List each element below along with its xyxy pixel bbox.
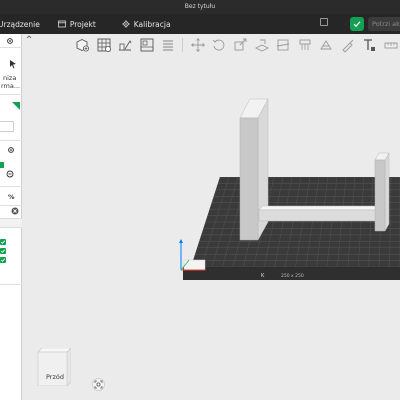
check-icon[interactable] [0, 257, 6, 263]
green-corner-icon [12, 102, 20, 110]
model-connecting-bar[interactable] [258, 205, 376, 222]
nav-calibration-label: Kalibracja [133, 19, 171, 29]
list-header [0, 218, 22, 228]
calibration-icon [122, 20, 130, 28]
percent-icon[interactable]: % [8, 193, 15, 201]
bed-size-label: 250 x 250 [281, 273, 304, 279]
window-square-icon[interactable] [320, 18, 328, 26]
zoom-fit-button[interactable] [92, 378, 105, 391]
nav-project-label: Projekt [69, 19, 96, 29]
green-marker-icon [0, 162, 4, 168]
top-nav: Urządzenie Projekt Kalibracja Potrzi akt [0, 14, 400, 34]
check-icon [353, 21, 361, 28]
check-icon[interactable] [0, 248, 6, 254]
check-icon[interactable] [0, 239, 6, 245]
bed-corner-marker [183, 259, 206, 271]
project-icon [57, 20, 66, 28]
divider-4 [0, 205, 22, 206]
timer-icon[interactable] [6, 170, 14, 178]
print-area: Potrzi akt [350, 16, 400, 32]
nav-device-label: Urządzenie [0, 19, 40, 29]
app-window: Bez tytułu Urządzenie Projekt Kalibracja… [0, 0, 400, 400]
close-icon[interactable] [11, 207, 19, 215]
divider-3 [0, 186, 22, 187]
nav-device[interactable]: Urządzenie [0, 14, 46, 34]
sidebar-text-1: niza [3, 74, 17, 82]
view-cube-label: Przód [46, 373, 64, 381]
nav-project[interactable]: Projekt [52, 14, 102, 34]
left-panel: niza rma... % [0, 34, 22, 400]
gear-icon[interactable] [6, 37, 14, 45]
divider-1 [0, 94, 22, 95]
zoom-fit-icon [94, 380, 103, 389]
sidebar-text-2: rma... [1, 82, 21, 90]
print-field[interactable]: Potrzi akt [368, 17, 400, 31]
cursor-icon [10, 60, 16, 69]
build-plate-scene: K 250 x 250 [179, 98, 400, 280]
gear-icon[interactable] [7, 146, 15, 154]
nav-calibration[interactable]: Kalibracja [116, 14, 177, 34]
divider-5 [0, 284, 22, 285]
3d-viewport[interactable]: K 250 x 250 Przód [23, 34, 400, 400]
input-stub[interactable] [0, 121, 14, 132]
title-bar: Bez tytułu [0, 0, 400, 14]
slice-button[interactable] [350, 17, 364, 31]
panel-header [0, 34, 22, 48]
divider-2 [0, 140, 22, 141]
window-title: Bez tytułu [184, 3, 216, 10]
model-right-plate[interactable] [374, 152, 390, 232]
